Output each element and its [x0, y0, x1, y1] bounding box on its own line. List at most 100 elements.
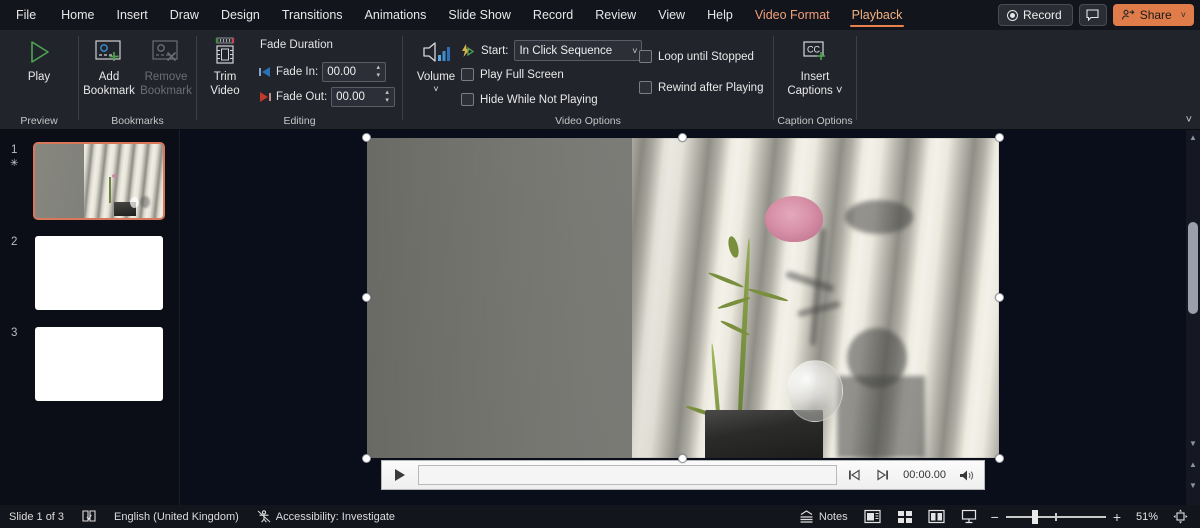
hide-while-not-playing-checkbox[interactable] — [461, 93, 474, 106]
slide-canvas[interactable]: 00:00.00 ▲ ▼ ▲ ▼ — [181, 130, 1200, 505]
tab-design[interactable]: Design — [210, 0, 271, 30]
chevron-down-icon[interactable]: ˅ — [433, 84, 438, 94]
tab-slide-show-label: Slide Show — [448, 8, 511, 22]
thumbnail-preview-3[interactable] — [35, 327, 163, 401]
video-preview[interactable] — [367, 138, 999, 458]
zoom-slider-handle[interactable] — [1032, 510, 1038, 524]
spell-check-button[interactable] — [73, 505, 105, 528]
reading-view-button[interactable] — [921, 505, 953, 528]
start-label: Start: — [481, 45, 508, 57]
play-full-screen-checkbox[interactable] — [461, 68, 474, 81]
resize-handle-nw[interactable] — [362, 133, 371, 142]
zoom-slider[interactable] — [1006, 510, 1106, 524]
tab-insert[interactable]: Insert — [106, 0, 159, 30]
rewind-after-playing-checkbox[interactable] — [639, 81, 652, 94]
thumbnail-slide-1[interactable]: 1 ✳ — [0, 144, 180, 230]
play-button[interactable]: Play — [10, 34, 68, 84]
play-full-screen-row[interactable]: Play Full Screen — [461, 68, 564, 81]
notes-button[interactable]: Notes — [790, 505, 857, 528]
fade-out-label: Fade Out: — [276, 91, 327, 103]
fade-out-spinner-arrows[interactable]: ▴ ▾ — [382, 88, 394, 106]
scrollbar-thumb[interactable] — [1188, 222, 1198, 314]
scroll-down-button[interactable]: ▼ — [1186, 436, 1200, 450]
next-slide-button[interactable]: ▼ — [1186, 478, 1200, 492]
fade-out-row: Fade Out: 00.00 ▴ ▾ — [258, 87, 395, 107]
fade-in-stepper[interactable]: 00.00 ▴ ▾ — [322, 62, 386, 82]
fade-out-stepper[interactable]: 00.00 ▴ ▾ — [331, 87, 395, 107]
volume-button[interactable]: Volume ˅ — [408, 34, 464, 94]
resize-handle-s[interactable] — [678, 454, 687, 463]
thumbnail-preview-1[interactable] — [35, 144, 163, 218]
collapse-ribbon-icon[interactable]: ˅ — [1186, 114, 1192, 126]
tab-help[interactable]: Help — [696, 0, 744, 30]
previous-slide-button[interactable]: ▲ — [1186, 457, 1200, 471]
resize-handle-n[interactable] — [678, 133, 687, 142]
slide-show-icon — [961, 509, 977, 524]
powerpoint-window: File Home Insert Draw Design Transitions… — [0, 0, 1200, 528]
add-bookmark-button[interactable]: Add Bookmark — [81, 34, 137, 98]
media-play-button[interactable] — [388, 463, 412, 487]
video-object[interactable]: 00:00.00 — [367, 138, 999, 458]
spinner-down-icon[interactable]: ▾ — [382, 97, 392, 105]
spinner-down-icon[interactable]: ▾ — [373, 72, 383, 80]
loop-until-stopped-row[interactable]: Loop until Stopped — [639, 50, 754, 63]
start-dropdown[interactable]: In Click Sequence ˅ — [514, 40, 642, 61]
chevron-down-icon[interactable]: ˅ — [1181, 10, 1186, 20]
start-dropdown-value: In Click Sequence — [519, 45, 632, 57]
share-button[interactable]: Share ˅ — [1113, 4, 1194, 26]
group-label-editing: Editing — [197, 115, 402, 127]
add-bookmark-icon — [93, 34, 125, 70]
media-step-forward-button[interactable] — [871, 464, 893, 486]
spinner-up-icon[interactable]: ▴ — [382, 89, 392, 97]
zoom-in-button[interactable]: + — [1113, 511, 1121, 523]
slide-indicator[interactable]: Slide 1 of 3 — [0, 505, 73, 528]
zoom-control[interactable]: − + 51% — [985, 510, 1164, 524]
normal-view-button[interactable] — [857, 505, 889, 528]
resize-handle-e[interactable] — [995, 293, 1004, 302]
rewind-after-playing-row[interactable]: Rewind after Playing — [639, 81, 763, 94]
tab-record[interactable]: Record — [522, 0, 584, 30]
thumbnail-preview-2[interactable] — [35, 236, 163, 310]
loop-until-stopped-checkbox[interactable] — [639, 50, 652, 63]
resize-handle-ne[interactable] — [995, 133, 1004, 142]
tab-transitions[interactable]: Transitions — [271, 0, 354, 30]
chevron-down-icon[interactable]: ˅ — [632, 46, 637, 56]
media-control-bar[interactable]: 00:00.00 — [381, 460, 985, 490]
scroll-up-button[interactable]: ▲ — [1186, 130, 1200, 144]
media-step-back-button[interactable] — [843, 464, 865, 486]
tab-view[interactable]: View — [647, 0, 696, 30]
media-progress-track[interactable] — [418, 465, 837, 485]
spinner-up-icon[interactable]: ▴ — [373, 64, 383, 72]
thumbnail-slide-2[interactable]: 2 — [0, 236, 180, 322]
insert-captions-button[interactable]: CC Insert Captions ˅ — [779, 34, 851, 98]
resize-handle-sw[interactable] — [362, 454, 371, 463]
tab-video-format[interactable]: Video Format — [744, 0, 841, 30]
zoom-out-button[interactable]: − — [991, 511, 999, 523]
accessibility-checker[interactable]: Accessibility: Investigate — [248, 505, 404, 528]
tab-file[interactable]: File — [0, 0, 50, 30]
trim-video-button[interactable]: Trim Video — [200, 34, 250, 98]
tab-draw[interactable]: Draw — [159, 0, 210, 30]
fit-to-window-button[interactable] — [1164, 505, 1196, 528]
vertical-scrollbar[interactable]: ▲ ▼ ▲ ▼ — [1186, 130, 1200, 505]
zoom-percentage-label[interactable]: 51% — [1128, 511, 1158, 523]
tab-animations-label: Animations — [365, 8, 427, 22]
hide-while-not-playing-row[interactable]: Hide While Not Playing — [461, 93, 598, 106]
language-indicator[interactable]: English (United Kingdom) — [105, 505, 248, 528]
slide-sorter-button[interactable] — [889, 505, 921, 528]
record-button[interactable]: Record — [998, 4, 1073, 26]
slide-thumbnail-pane[interactable]: 1 ✳ 2 3 — [0, 130, 180, 505]
tab-playback[interactable]: Playback — [841, 0, 914, 30]
tab-review[interactable]: Review — [584, 0, 647, 30]
resize-handle-w[interactable] — [362, 293, 371, 302]
media-volume-button[interactable] — [956, 464, 978, 486]
resize-handle-se[interactable] — [995, 454, 1004, 463]
tab-slide-show[interactable]: Slide Show — [437, 0, 522, 30]
slide-show-button[interactable] — [953, 505, 985, 528]
tab-home[interactable]: Home — [50, 0, 105, 30]
thumbnail-slide-3[interactable]: 3 — [0, 327, 180, 413]
fade-in-spinner-arrows[interactable]: ▴ ▾ — [373, 63, 385, 81]
tab-animations[interactable]: Animations — [354, 0, 438, 30]
comment-button[interactable] — [1079, 4, 1107, 26]
svg-text:CC: CC — [807, 45, 820, 55]
